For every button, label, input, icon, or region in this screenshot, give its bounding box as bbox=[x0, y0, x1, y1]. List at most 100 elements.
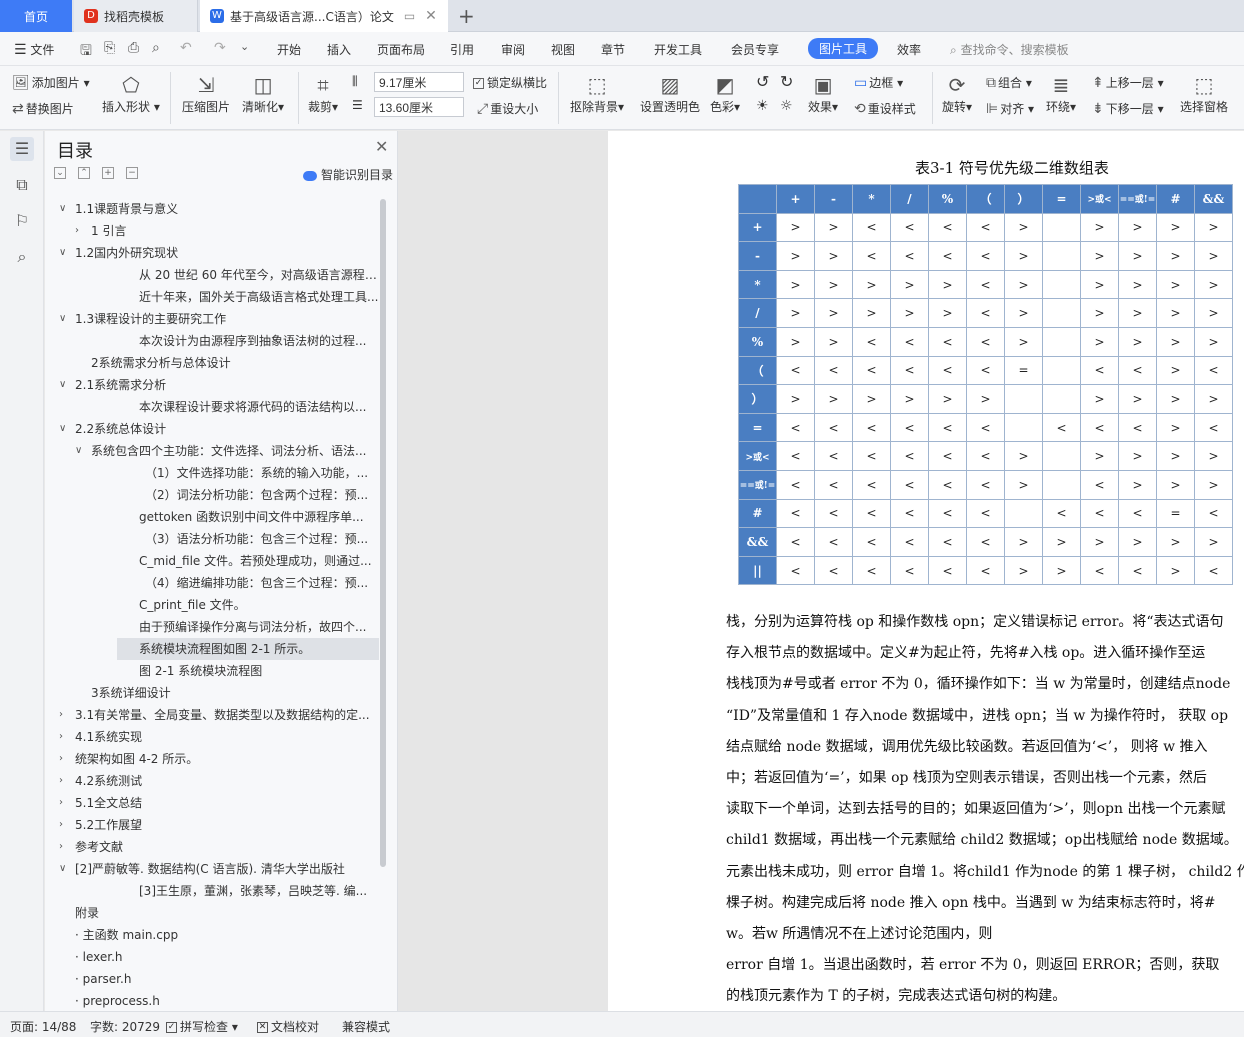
effect-button[interactable]: ▣ 效果▾ bbox=[808, 72, 838, 115]
undo-icon[interactable]: ↶ bbox=[180, 40, 192, 56]
toc-item[interactable]: 近十年来，国外关于高级语言格式处理工具... bbox=[45, 286, 381, 308]
chevron-down-icon[interactable]: ∨ bbox=[59, 418, 71, 440]
cutout-button[interactable]: ⬚ 抠除背景▾ bbox=[570, 72, 624, 115]
menu-member[interactable]: 会员专享 bbox=[731, 41, 779, 58]
chevron-right-icon[interactable]: › bbox=[59, 836, 71, 858]
brightness-icon[interactable]: ☀ bbox=[756, 98, 769, 114]
tab-template[interactable]: D 找稻壳模板 bbox=[74, 0, 198, 32]
insert-shape-button[interactable]: ⬠ 插入形状 ▾ bbox=[102, 72, 160, 115]
align-button[interactable]: ⊫ 对齐 ▾ bbox=[986, 100, 1034, 117]
group-button[interactable]: ⧉ 组合 ▾ bbox=[986, 74, 1032, 91]
save-icon[interactable]: 🖫 bbox=[80, 40, 92, 64]
menu-developer[interactable]: 开发工具 bbox=[654, 41, 702, 58]
toc-item[interactable]: · preprocess.h bbox=[45, 990, 381, 1011]
contrast-icon[interactable]: ☼ bbox=[780, 98, 793, 114]
send-backward-button[interactable]: ⇟ 下移一层 ▾ bbox=[1092, 100, 1164, 117]
menu-efficiency[interactable]: 效率 bbox=[897, 41, 921, 58]
border-button[interactable]: ▭ 边框 ▾ bbox=[854, 74, 903, 91]
customize-icon[interactable]: ⌄ bbox=[240, 40, 249, 53]
toc-item[interactable]: 本次课程设计要求将源代码的语法结构以... bbox=[45, 396, 381, 418]
toc-item[interactable]: 3系统详细设计 bbox=[45, 682, 381, 704]
add-picture-button[interactable]: 🖼 添加图片 ▾ bbox=[12, 74, 90, 91]
toc-item[interactable]: 系统模块流程图如图 2-1 所示。 bbox=[117, 638, 379, 660]
toc-item[interactable]: C_mid_file 文件。若预处理成功，则通过... bbox=[45, 550, 381, 572]
redo-icon[interactable]: ↷ bbox=[214, 40, 226, 56]
tab-pin-icon[interactable]: ▭ bbox=[404, 9, 415, 23]
chevron-down-icon[interactable]: ∨ bbox=[59, 198, 71, 220]
toc-item[interactable]: ∨ 1.2国内外研究现状 bbox=[45, 242, 381, 264]
toc-item[interactable]: ∨ 系统包含四个主功能：文件选择、词法分析、语法... bbox=[45, 440, 381, 462]
proofread-button[interactable]: ✕ 文档校对 bbox=[257, 1018, 319, 1035]
toc-item[interactable]: › 3.1有关常量、全局变量、数据类型以及数据结构的定... bbox=[45, 704, 381, 726]
expand-all-icon[interactable]: ⌄ bbox=[54, 167, 66, 179]
menu-picture-tools[interactable]: 图片工具 bbox=[808, 38, 879, 59]
transparent-button[interactable]: ▨ 设置透明色 bbox=[640, 72, 700, 115]
rotate-left-icon[interactable]: ↺ bbox=[756, 72, 769, 91]
rotate-right-icon[interactable]: ↻ bbox=[780, 72, 793, 91]
toc-item[interactable]: 从 20 世纪 60 年代至今，对高级语言源程序... bbox=[45, 264, 381, 286]
toc-item[interactable]: › 5.1全文总结 bbox=[45, 792, 381, 814]
chevron-right-icon[interactable]: › bbox=[59, 748, 71, 770]
menu-references[interactable]: 引用 bbox=[450, 41, 474, 58]
toc-item[interactable]: › 4.1系统实现 bbox=[45, 726, 381, 748]
page-indicator[interactable]: 页面: 14/88 bbox=[10, 1018, 76, 1035]
toc-item[interactable]: › 1 引言 bbox=[45, 220, 381, 242]
toc-item[interactable]: · 主函数 main.cpp bbox=[45, 924, 381, 946]
chevron-down-icon[interactable]: ∨ bbox=[59, 374, 71, 396]
toc-item[interactable]: ∨ [2]严蔚敏等. 数据结构(C 语言版). 清华大学出版社 bbox=[45, 858, 381, 880]
toc-item[interactable]: （4）缩进编排功能：包含三个过程：预... bbox=[45, 572, 381, 594]
menu-review[interactable]: 审阅 bbox=[501, 41, 525, 58]
toc-item[interactable]: C_print_file 文件。 bbox=[45, 594, 381, 616]
add-heading-icon[interactable]: + bbox=[102, 167, 114, 179]
chevron-right-icon[interactable]: › bbox=[59, 704, 71, 726]
rotate-button[interactable]: ⟳ 旋转▾ bbox=[942, 72, 972, 115]
resize-button[interactable]: ⤢ 重设大小 bbox=[477, 100, 538, 117]
menu-section[interactable]: 章节 bbox=[601, 41, 625, 58]
toc-item[interactable]: 附录 bbox=[45, 902, 381, 924]
menu-view[interactable]: 视图 bbox=[551, 41, 575, 58]
wrap-button[interactable]: ≣ 环绕▾ bbox=[1046, 72, 1076, 115]
chevron-right-icon[interactable]: › bbox=[75, 220, 87, 242]
chevron-down-icon[interactable]: ∨ bbox=[59, 858, 71, 880]
toc-scrollbar[interactable] bbox=[380, 199, 386, 867]
reset-style-button[interactable]: ⟲ 重设样式 bbox=[854, 100, 916, 117]
toc-item[interactable]: 由于预编译操作分离与词法分析，故四个... bbox=[45, 616, 381, 638]
print-icon[interactable]: ⎙ bbox=[128, 40, 139, 56]
export-icon[interactable]: ⎘ bbox=[104, 40, 115, 56]
toc-item[interactable]: 本次设计为由源程序到抽象语法树的过程... bbox=[45, 330, 381, 352]
compress-button[interactable]: ⇲ 压缩图片 bbox=[182, 72, 230, 115]
collapse-all-icon[interactable]: ⌃ bbox=[78, 167, 90, 179]
toc-item[interactable]: ∨ 2.1系统需求分析 bbox=[45, 374, 381, 396]
remove-heading-icon[interactable]: − bbox=[126, 167, 138, 179]
width-field[interactable] bbox=[374, 72, 464, 92]
bring-forward-button[interactable]: ⇞ 上移一层 ▾ bbox=[1092, 74, 1164, 91]
toc-item[interactable]: ∨ 1.3课程设计的主要研究工作 bbox=[45, 308, 381, 330]
toc-item[interactable]: [3]王生原，董渊，张素琴，吕映芝等. 编... bbox=[45, 880, 381, 902]
toc-item[interactable]: （2）词法分析功能：包含两个过程：预... bbox=[45, 484, 381, 506]
menu-layout[interactable]: 页面布局 bbox=[377, 41, 425, 58]
toc-item[interactable]: › 参考文献 bbox=[45, 836, 381, 858]
find-icon[interactable]: ⌕ bbox=[10, 245, 34, 269]
chevron-right-icon[interactable]: › bbox=[59, 726, 71, 748]
menu-insert[interactable]: 插入 bbox=[327, 41, 351, 58]
toc-item[interactable]: （1）文件选择功能：系统的输入功能，... bbox=[45, 462, 381, 484]
toc-item[interactable]: › 统架构如图 4-2 所示。 bbox=[45, 748, 381, 770]
chevron-down-icon[interactable]: ∨ bbox=[75, 440, 87, 462]
menu-start[interactable]: 开始 bbox=[277, 41, 301, 58]
toc-item[interactable]: ∨ 2.2系统总体设计 bbox=[45, 418, 381, 440]
word-count[interactable]: 字数: 20729 bbox=[90, 1018, 160, 1035]
smart-toc-button[interactable]: 智能识别目录 bbox=[303, 166, 393, 183]
lock-ratio-checkbox[interactable]: ✓ 锁定纵横比 bbox=[473, 74, 547, 91]
sharpen-button[interactable]: ◫ 清晰化▾ bbox=[242, 72, 284, 115]
tab-document[interactable]: W 基于高级语言源...C语言）论文 ▭ ✕ bbox=[200, 0, 448, 32]
toc-item[interactable]: gettoken 函数识别中间文件中源程序单... bbox=[45, 506, 381, 528]
chapter-nav-icon[interactable]: ⧉ bbox=[10, 173, 34, 197]
new-tab-icon[interactable]: + bbox=[458, 4, 475, 28]
color-button[interactable]: ◩ 色彩▾ bbox=[710, 72, 740, 115]
chevron-down-icon[interactable]: ∨ bbox=[59, 242, 71, 264]
selection-pane-button[interactable]: ⬚ 选择窗格 bbox=[1180, 72, 1228, 115]
replace-picture-button[interactable]: ⇄ 替换图片 bbox=[12, 100, 74, 117]
toc-item[interactable]: ∨ 1.1课题背景与意义 bbox=[45, 198, 381, 220]
chevron-right-icon[interactable]: › bbox=[59, 770, 71, 792]
close-icon[interactable]: ✕ bbox=[375, 137, 388, 156]
